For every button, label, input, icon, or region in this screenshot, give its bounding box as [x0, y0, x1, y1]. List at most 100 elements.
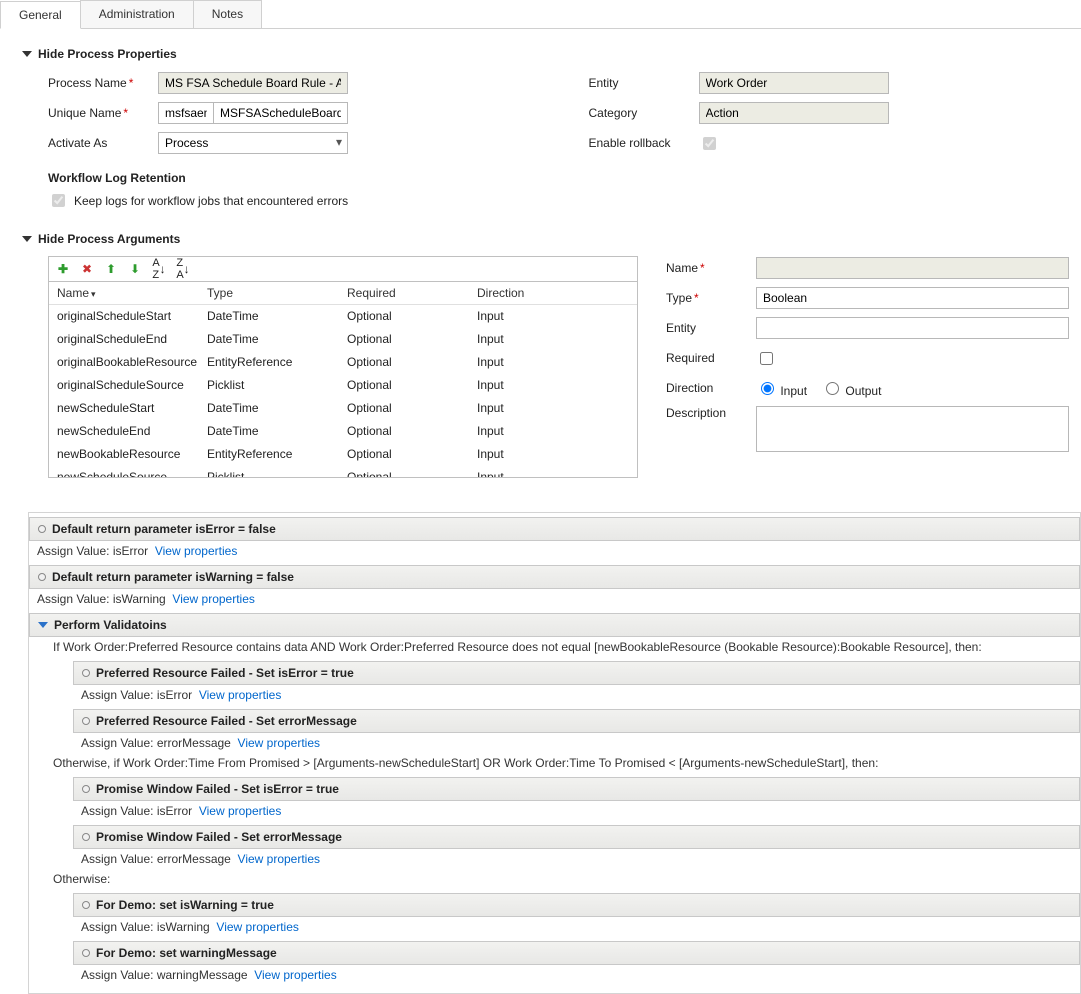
- entity-field: [699, 72, 889, 94]
- cell-required: Optional: [347, 332, 477, 346]
- step-header[interactable]: Default return parameter isWarning = fal…: [29, 565, 1080, 589]
- cell-direction: Input: [477, 355, 597, 369]
- bullet-icon: [82, 901, 90, 909]
- col-type[interactable]: Type: [207, 286, 347, 300]
- col-required[interactable]: Required: [347, 286, 477, 300]
- enable-rollback-checkbox: [703, 137, 716, 150]
- sort-desc-icon[interactable]: ZA↓: [175, 261, 191, 277]
- condition-text: Otherwise:: [29, 869, 1080, 889]
- arg-direction-output-label: Output: [845, 384, 881, 398]
- bullet-icon: [82, 717, 90, 725]
- arg-required-checkbox[interactable]: [760, 352, 773, 365]
- activate-as-select[interactable]: Process: [158, 132, 348, 154]
- process-name-field[interactable]: [158, 72, 348, 94]
- cell-type: DateTime: [207, 424, 347, 438]
- step-header[interactable]: Promise Window Failed - Set isError = tr…: [73, 777, 1080, 801]
- view-properties-link[interactable]: View properties: [238, 852, 321, 866]
- view-properties-link[interactable]: View properties: [199, 688, 282, 702]
- table-row[interactable]: newScheduleStartDateTimeOptionalInput: [49, 397, 637, 420]
- view-properties-link[interactable]: View properties: [155, 544, 238, 558]
- arg-direction-output-radio[interactable]: [826, 382, 839, 395]
- arg-type-label: Type*: [666, 291, 756, 305]
- arg-entity-field[interactable]: [756, 317, 1069, 339]
- arg-direction-input-radio[interactable]: [761, 382, 774, 395]
- bullet-icon: [38, 573, 46, 581]
- move-up-icon[interactable]: ⬆: [103, 261, 119, 277]
- arg-description-label: Description: [666, 406, 756, 420]
- arg-description-field[interactable]: [756, 406, 1069, 452]
- table-row[interactable]: originalScheduleEndDateTimeOptionalInput: [49, 328, 637, 351]
- step-title: Preferred Resource Failed - Set isError …: [96, 666, 354, 680]
- view-properties-link[interactable]: View properties: [199, 804, 282, 818]
- bullet-icon: [38, 525, 46, 533]
- cell-direction: Input: [477, 447, 597, 461]
- activate-as-label: Activate As: [48, 136, 158, 150]
- step-header[interactable]: Promise Window Failed - Set errorMessage: [73, 825, 1080, 849]
- cell-name: originalScheduleEnd: [57, 332, 207, 346]
- step-title: Promise Window Failed - Set errorMessage: [96, 830, 342, 844]
- cell-direction: Input: [477, 424, 597, 438]
- process-name-label: Process Name*: [48, 76, 158, 90]
- bullet-icon: [82, 669, 90, 677]
- step-title: For Demo: set warningMessage: [96, 946, 277, 960]
- enable-rollback-label: Enable rollback: [589, 136, 699, 150]
- view-properties-link[interactable]: View properties: [254, 968, 337, 982]
- cell-required: Optional: [347, 355, 477, 369]
- section-process-properties[interactable]: Hide Process Properties: [22, 47, 1069, 61]
- arg-entity-label: Entity: [666, 321, 756, 335]
- step-title: Perform Validatoins: [54, 618, 167, 632]
- table-row[interactable]: newBookableResourceEntityReferenceOption…: [49, 443, 637, 466]
- table-row[interactable]: originalScheduleStartDateTimeOptionalInp…: [49, 305, 637, 328]
- sort-asc-icon[interactable]: AZ↓: [151, 261, 167, 277]
- cell-type: DateTime: [207, 401, 347, 415]
- tab-administration[interactable]: Administration: [80, 0, 194, 28]
- category-label: Category: [589, 106, 699, 120]
- view-properties-link[interactable]: View properties: [238, 736, 321, 750]
- unique-name-field[interactable]: [213, 102, 348, 124]
- cell-direction: Input: [477, 309, 597, 323]
- arg-name-field[interactable]: [756, 257, 1069, 279]
- unique-name-prefix[interactable]: [158, 102, 213, 124]
- cell-type: Picklist: [207, 470, 347, 477]
- view-properties-link[interactable]: View properties: [172, 592, 255, 606]
- step-assign-line: Assign Value: isError View properties: [73, 685, 1080, 705]
- cell-type: DateTime: [207, 332, 347, 346]
- step-assign-line: Assign Value: isWarning View properties: [73, 917, 1080, 937]
- cell-type: EntityReference: [207, 447, 347, 461]
- step-title: For Demo: set isWarning = true: [96, 898, 274, 912]
- step-header[interactable]: Preferred Resource Failed - Set isError …: [73, 661, 1080, 685]
- delete-icon[interactable]: ✖: [79, 261, 95, 277]
- step-header[interactable]: For Demo: set warningMessage: [73, 941, 1080, 965]
- step-header[interactable]: Preferred Resource Failed - Set errorMes…: [73, 709, 1080, 733]
- add-icon[interactable]: ✚: [55, 261, 71, 277]
- step-header[interactable]: Perform Validatoins: [29, 613, 1080, 637]
- table-row[interactable]: originalBookableResourceEntityReferenceO…: [49, 351, 637, 374]
- cell-direction: Input: [477, 470, 597, 477]
- cell-direction: Input: [477, 401, 597, 415]
- cell-name: newBookableResource: [57, 447, 207, 461]
- table-row[interactable]: newScheduleSourcePicklistOptionalInput: [49, 466, 637, 477]
- arg-type-field[interactable]: [756, 287, 1069, 309]
- cell-name: originalScheduleSource: [57, 378, 207, 392]
- step-assign-line: Assign Value: errorMessage View properti…: [73, 733, 1080, 753]
- tab-notes[interactable]: Notes: [193, 0, 262, 28]
- table-row[interactable]: originalScheduleSourcePicklistOptionalIn…: [49, 374, 637, 397]
- move-down-icon[interactable]: ⬇: [127, 261, 143, 277]
- step-header[interactable]: Default return parameter isError = false: [29, 517, 1080, 541]
- step-header[interactable]: For Demo: set isWarning = true: [73, 893, 1080, 917]
- arguments-toolbar: ✚ ✖ ⬆ ⬇ AZ↓ ZA↓: [49, 257, 637, 282]
- cell-name: newScheduleStart: [57, 401, 207, 415]
- col-name[interactable]: Name▾: [57, 286, 207, 300]
- table-row[interactable]: newScheduleEndDateTimeOptionalInput: [49, 420, 637, 443]
- cell-required: Optional: [347, 309, 477, 323]
- view-properties-link[interactable]: View properties: [216, 920, 299, 934]
- arg-direction-label: Direction: [666, 381, 756, 395]
- cell-required: Optional: [347, 424, 477, 438]
- steps-designer: Default return parameter isError = false…: [28, 512, 1081, 994]
- tab-general[interactable]: General: [0, 1, 81, 29]
- section-process-arguments[interactable]: Hide Process Arguments: [22, 232, 1069, 246]
- cell-name: newScheduleEnd: [57, 424, 207, 438]
- cell-direction: Input: [477, 378, 597, 392]
- chevron-down-icon: [38, 622, 48, 628]
- col-direction[interactable]: Direction: [477, 286, 597, 300]
